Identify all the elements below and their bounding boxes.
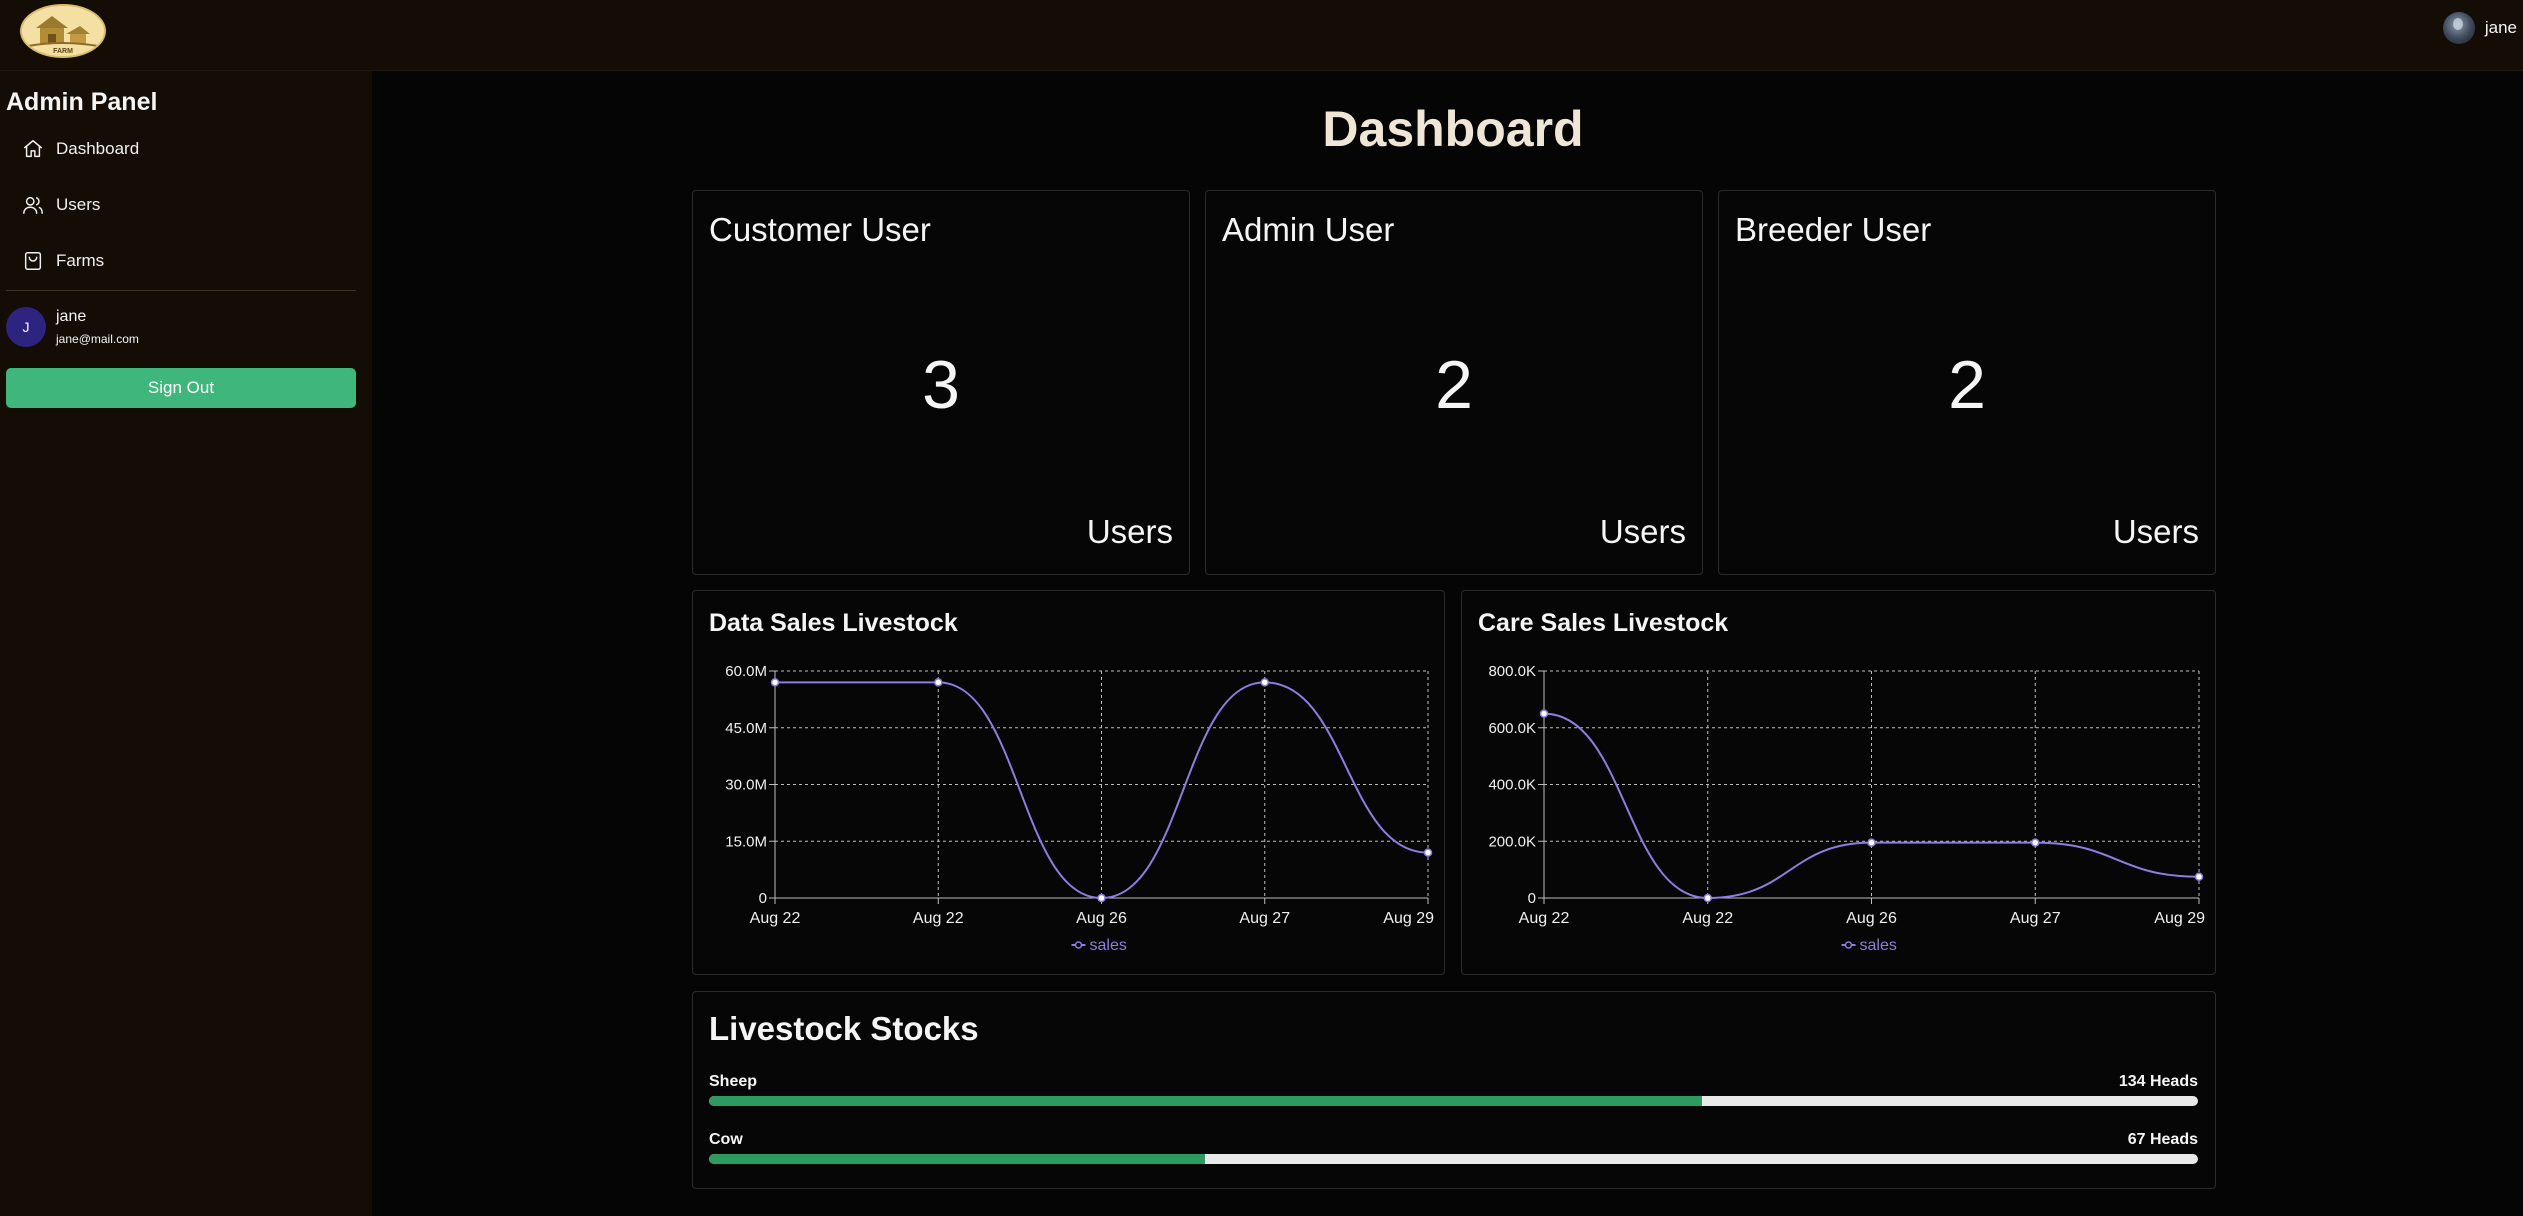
x-tick-label: Aug 27 [2010, 910, 2061, 927]
stock-progress-fill [709, 1154, 1205, 1164]
data-point[interactable] [1260, 678, 1269, 687]
stock-count: 134 Heads [2118, 1073, 2198, 1090]
x-tick-label: Aug 22 [750, 910, 801, 927]
stock-label: Sheep [709, 1073, 758, 1090]
y-tick-label: 800.0K [1488, 663, 1536, 680]
data-point[interactable] [934, 678, 943, 687]
x-tick-label: Aug 22 [913, 910, 964, 927]
stock-progress-fill [709, 1096, 1703, 1106]
data-sales-chart: 0 15.0M 30.0M 45.0M 60.0M Aug 22 Aug 22 Aug 26 A… [725, 663, 1434, 954]
data-point[interactable] [1097, 893, 1106, 903]
sidebar-item-dashboard[interactable]: Dashboard [22, 134, 139, 164]
legend-label: sales [1860, 937, 1897, 954]
stat-unit: Users [2112, 513, 2199, 550]
profile-avatar: J [6, 307, 46, 347]
data-point[interactable] [1867, 838, 1876, 847]
x-tick-label: Aug 26 [1846, 910, 1897, 927]
y-tick-label: 200.0K [1488, 833, 1536, 850]
stat-card-admin: Admin User 2 Users [1205, 190, 1703, 575]
stat-card-customer: Customer User 3 Users [692, 190, 1190, 575]
farm-logo-graphic: FARM [22, 6, 104, 56]
chart-card-care-sales: Care Sales Livestock 0 200.0K 400.0K 600.0K… [1461, 590, 2216, 975]
legend-label: sales [1090, 937, 1127, 954]
y-tick-label: 400.0K [1488, 777, 1536, 794]
care-sales-chart: 0 200.0K 400.0K 600.0K 800.0K Aug 22 Aug 22 Aug… [1488, 663, 2205, 954]
data-point[interactable] [1703, 893, 1712, 903]
stock-label: Cow [709, 1131, 743, 1148]
stat-title: Admin User [1222, 211, 1395, 248]
sidebar-divider [6, 290, 356, 291]
data-point[interactable] [1423, 848, 1433, 857]
user-avatar[interactable] [2442, 12, 2475, 44]
home-icon [24, 140, 42, 158]
data-point[interactable] [2194, 872, 2204, 881]
stat-unit: Users [1599, 513, 1686, 550]
sidebar-item-label: Users [56, 195, 101, 214]
stock-progress-track [709, 1154, 2198, 1164]
stocks-title: Livestock Stocks [709, 1010, 979, 1047]
sidebar-item-label: Dashboard [56, 139, 140, 158]
logo-text: FARM [53, 48, 73, 55]
y-tick-label: 600.0K [1488, 720, 1536, 737]
legend-marker [1844, 941, 1853, 949]
x-tick-label: Aug 22 [1682, 910, 1733, 927]
stat-unit: Users [1086, 513, 1173, 550]
y-tick-label: 60.0M [725, 663, 767, 680]
stock-progress-track [709, 1096, 2198, 1106]
top-user-menu[interactable]: jane [2442, 12, 2517, 44]
y-tick-label: 0 [1528, 890, 1536, 907]
chart-card-data-sales: Data Sales Livestock 0 15.0M 30.0M 45.0M 60.… [692, 590, 1445, 975]
x-tick-label: Aug 29 [1383, 910, 1434, 927]
stat-title: Breeder User [1735, 211, 1932, 248]
y-tick-label: 45.0M [725, 720, 767, 737]
x-tick-label: Aug 27 [1239, 910, 1290, 927]
data-point[interactable] [1539, 709, 1549, 718]
x-tick-label: Aug 26 [1076, 910, 1127, 927]
page-title: Dashboard [1322, 101, 1584, 157]
x-tick-label: Aug 29 [2154, 910, 2205, 927]
stock-count: 67 Heads [2127, 1131, 2198, 1148]
sidebar-item-users[interactable]: Users [22, 190, 100, 220]
sidebar-title: Admin Panel [6, 88, 158, 116]
top-user-name: jane [2484, 18, 2517, 37]
shopping-bag-icon [24, 252, 42, 270]
users-icon [23, 196, 43, 214]
y-tick-label: 30.0M [725, 777, 767, 794]
top-bar: FARM jane [0, 0, 2523, 71]
sign-out-button[interactable]: Sign Out [6, 368, 356, 408]
y-tick-label: 0 [759, 890, 767, 907]
sidebar-item-farms[interactable]: Farms [22, 246, 104, 276]
stat-card-breeder: Breeder User 2 Users [1718, 190, 2216, 575]
stat-value: 2 [1435, 347, 1473, 423]
x-tick-label: Aug 22 [1519, 910, 1570, 927]
stat-title: Customer User [709, 211, 931, 248]
stat-value: 3 [922, 347, 960, 423]
y-tick-label: 15.0M [725, 833, 767, 850]
data-point[interactable] [770, 678, 780, 687]
profile-email: jane@mail.com [56, 332, 139, 346]
livestock-stocks-card: Livestock Stocks Sheep 134 Heads Cow 67 … [692, 991, 2216, 1189]
sidebar-profile: J jane jane@mail.com [6, 307, 139, 347]
stat-value: 2 [1948, 347, 1986, 423]
profile-name: jane [56, 308, 87, 325]
sidebar-item-label: Farms [56, 251, 105, 270]
farm-logo[interactable]: FARM [20, 4, 106, 58]
data-point[interactable] [2031, 838, 2040, 847]
legend-marker [1074, 941, 1083, 949]
sidebar: Admin Panel Dashboard Users Farms J jane… [0, 71, 372, 1216]
